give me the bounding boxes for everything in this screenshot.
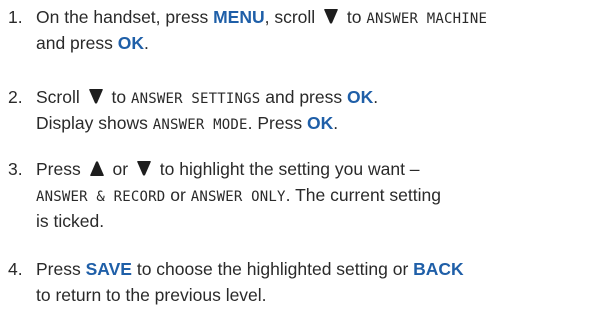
key-name: OK bbox=[117, 33, 144, 53]
display-text: ANSWER ONLY bbox=[190, 189, 286, 205]
step-line: Press or to highlight the setting you wa… bbox=[36, 156, 602, 182]
text-segment: . Press bbox=[247, 113, 307, 133]
display-text: ANSWER MACHINE bbox=[366, 11, 488, 27]
step-number: 3. bbox=[8, 159, 23, 179]
step-body: Press SAVE to choose the highlighted set… bbox=[36, 256, 602, 308]
step-body: On the handset, press MENU, scroll to AN… bbox=[36, 4, 602, 56]
text-segment: Press bbox=[36, 159, 86, 179]
text-segment: . bbox=[143, 33, 149, 53]
step-body: Scroll to ANSWER SETTINGS and press OK. D… bbox=[36, 84, 602, 136]
key-name: MENU bbox=[213, 7, 265, 27]
down-arrow-icon bbox=[135, 160, 153, 177]
text-segment: Display shows bbox=[36, 113, 153, 133]
text-segment: or bbox=[107, 159, 133, 179]
down-arrow-icon bbox=[87, 88, 105, 105]
text-segment: is ticked. bbox=[36, 211, 105, 231]
step-line: On the handset, press MENU, scroll to AN… bbox=[36, 4, 602, 30]
key-name: SAVE bbox=[85, 259, 132, 279]
step-body: Press or to highlight the setting you wa… bbox=[36, 156, 602, 234]
step-number: 4. bbox=[8, 259, 23, 279]
step-line: is ticked. bbox=[36, 208, 602, 234]
text-segment: . bbox=[373, 87, 379, 107]
display-text: ANSWER MODE bbox=[152, 117, 248, 133]
text-segment: or bbox=[165, 185, 191, 205]
step-line: to return to the previous level. bbox=[36, 282, 602, 308]
step-line: Press SAVE to choose the highlighted set… bbox=[36, 256, 602, 282]
text-segment: to highlight the setting you want – bbox=[154, 159, 420, 179]
text-segment: to return to the previous level. bbox=[36, 285, 267, 305]
key-name: BACK bbox=[413, 259, 464, 279]
step-line: Display shows ANSWER MODE. Press OK. bbox=[36, 110, 602, 136]
step-line: and press OK. bbox=[36, 30, 602, 56]
instructions-page: 1. On the handset, press MENU, scroll to… bbox=[0, 0, 602, 311]
step-line: Scroll to ANSWER SETTINGS and press OK. bbox=[36, 84, 602, 110]
text-segment: and press bbox=[260, 87, 347, 107]
step-line: ANSWER & RECORD or ANSWER ONLY. The curr… bbox=[36, 182, 602, 208]
text-segment: Scroll bbox=[36, 87, 85, 107]
text-segment: On the handset, press bbox=[36, 7, 214, 27]
text-segment: to choose the highlighted setting or bbox=[131, 259, 414, 279]
display-text: ANSWER & RECORD bbox=[36, 189, 166, 205]
text-segment: Press bbox=[36, 259, 86, 279]
text-segment: , scroll bbox=[264, 7, 321, 27]
text-segment: to bbox=[106, 87, 131, 107]
text-segment: . The current setting bbox=[285, 185, 441, 205]
key-name: OK bbox=[306, 113, 334, 133]
text-segment: and press bbox=[36, 33, 118, 53]
key-name: OK bbox=[346, 87, 374, 107]
step-number: 2. bbox=[8, 87, 23, 107]
step-number: 1. bbox=[8, 7, 23, 27]
down-arrow-icon bbox=[322, 8, 340, 25]
display-text: ANSWER SETTINGS bbox=[130, 91, 261, 107]
text-segment: . bbox=[333, 113, 339, 133]
text-segment: to bbox=[342, 7, 367, 27]
up-arrow-icon bbox=[88, 160, 106, 177]
